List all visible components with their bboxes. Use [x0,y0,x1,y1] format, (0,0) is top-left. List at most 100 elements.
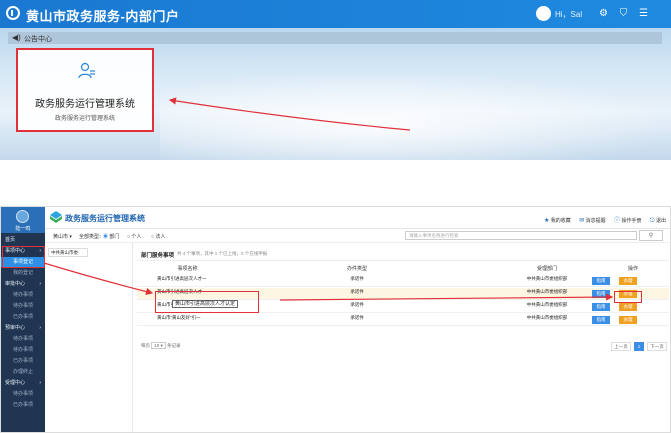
system-card[interactable]: 政务服务运行管理系统 政务服务运行管理系统 [16,48,154,132]
filter-dept[interactable]: ◉ 部门 [103,233,119,240]
col-ops: 操作 [627,266,638,272]
page-number[interactable]: 1 [634,342,644,351]
name-tooltip: 黄山市引进高层次人才认定 [172,300,239,308]
filter-bar: 黄山市 ▾ 全部类型： ◉ 部门 ○ 个人 ○ 法人 请输入事项名称进行检索 ⚲ [45,229,670,243]
sidebar-item[interactable]: 办理终止 [1,367,45,377]
guide-button[interactable]: 指南 [592,316,610,324]
handle-button[interactable]: 办理 [619,303,637,311]
item-dept: 中共黄山市委组织部 [526,302,568,307]
handle-button[interactable]: 办理 [619,277,637,285]
user-greeting[interactable]: Hi，Sal [555,9,582,20]
system-logo-icon [50,211,62,223]
search-input[interactable]: 请输入事项名称进行检索 [405,231,637,240]
manual-link[interactable]: ⓘ 操作手册 [614,218,641,224]
sidebar-item[interactable]: 待办事项 [1,290,45,300]
search-icon: ⚲ [648,233,654,239]
system-card-subtitle: 政务服务运行管理系统 [54,116,115,122]
chevron-icon: › [39,380,41,386]
handle-button[interactable]: 办理 [619,316,637,324]
dept-tree-panel: 中共黄山市委· [45,243,133,432]
list-header: 部门服务事项 共 4 个事项，其中 1 个已上线，0 个在线申报 [137,247,669,261]
sidebar-user: 陆一鸣 [1,207,45,233]
info-icon: ⓘ [614,218,621,224]
type-select[interactable]: 全部类型： [79,233,104,240]
filter-person[interactable]: ○ 个人 [127,233,141,240]
notice-label: 公告中心 [24,36,52,43]
sidebar-item-label: 预审中心 [5,325,26,331]
item-type: 承诺件 [350,276,364,281]
portal-screenshot: 黄山市政务服务-内部门户 Hi，Sal ⚙ ⛉ ☰ ◀) 公告中心 政务服务运行… [0,0,671,160]
search-button[interactable]: ⚲ [639,230,663,241]
sidebar: 陆一鸣 首页 事项中心 › 事项登记 我的登记 审批中心 › 待办事项 待办事项 已办事项 预审中心… [1,207,45,432]
logout-link[interactable]: ⎋ 退出 [650,218,666,224]
item-type: 承诺件 [350,289,364,294]
sidebar-item[interactable]: 待办事项 [1,301,45,311]
sidebar-item-label: 已办事项 [13,314,34,320]
mail-icon: ✉ [579,218,585,224]
sidebar-item-label: 我的登记 [13,270,34,276]
region-select[interactable]: 黄山市 ▾ [53,233,72,240]
sidebar-item[interactable]: 待办事项 [1,334,45,344]
sidebar-item[interactable]: 待办事项 [1,345,45,355]
filter-legal[interactable]: ○ 法人 [151,233,165,240]
top-bar: 政务服务运行管理系统 ★ 我的收藏 ✉ 消息提醒 ⓘ 操作手册 ⎋ 退出 [45,207,670,229]
prev-page-button[interactable]: 上一页 [611,342,631,351]
sidebar-item[interactable]: 已办事项 [1,356,45,366]
system-title: 政务服务运行管理系统 [65,214,145,223]
col-type: 办件类型 [346,266,367,272]
sidebar-item[interactable]: 已办事项 [1,400,45,410]
sidebar-item-label: 审批中心 [5,281,26,287]
sidebar-item[interactable]: 待办事项 [1,389,45,399]
notice-bar[interactable]: ◀) 公告中心 [8,32,662,44]
list-title: 部门服务事项 [141,253,175,259]
table-row[interactable]: 黄山市“黄山友好”引一 承诺件 中共黄山市委组织部 指南 办理 [137,314,669,326]
item-name: 黄山市“黄山友好”引一 [157,315,201,320]
settings-icon[interactable]: ⚙ [598,8,609,19]
next-page-button[interactable]: 下一页 [647,342,667,351]
portal-title: 黄山市政务服务-内部门户 [26,9,180,24]
user-edit-icon [78,62,95,79]
logout-icon: ⎋ [649,218,655,224]
page-size-select[interactable]: 10 ▾ [151,342,166,349]
sidebar-user-name: 陆一鸣 [15,226,31,232]
star-icon: ★ [544,218,550,224]
item-type: 承诺件 [350,302,364,307]
page: 黄山市政务服务-内部门户 Hi，Sal ⚙ ⛉ ☰ ◀) 公告中心 政务服务运行… [0,0,671,433]
sidebar-item[interactable]: 审批中心 › [1,279,45,289]
avatar[interactable] [536,6,551,21]
favorites-link[interactable]: ★ 我的收藏 [544,218,571,224]
guide-button[interactable]: 指南 [592,290,610,298]
shirt-icon[interactable]: ⛉ [618,8,629,19]
sidebar-item[interactable]: 预审中心 › [1,323,45,333]
sidebar-item-label: 待办事项 [13,391,34,397]
sidebar-item[interactable]: 我的登记 [1,268,45,278]
sidebar-item-label: 受理中心 [5,380,26,386]
radio-icon: ○ [151,234,155,240]
table-row[interactable]: 黄山市引进高层次人才一 承诺件 中共黄山市委组织部 指南 办理 [137,275,669,287]
list-stat: 共 4 个事项，其中 1 个已上线，0 个在线申报 [177,251,268,256]
menu-icon[interactable]: ☰ [638,8,649,19]
guide-button[interactable]: 指南 [592,303,610,311]
portal-header: 黄山市政务服务-内部门户 Hi，Sal ⚙ ⛉ ☰ [0,0,671,28]
header-links: ★ 我的收藏 ✉ 消息提醒 ⓘ 操作手册 ⎋ 退出 [537,215,666,225]
handle-highlight-box [614,291,642,303]
sidebar-highlight-box [2,246,45,268]
sidebar-item[interactable]: 已办事项 [1,312,45,322]
dept-tree-item[interactable]: 中共黄山市委· [48,248,88,257]
speaker-icon: ◀) [12,33,21,42]
guide-button[interactable]: 指南 [592,277,610,285]
sidebar-item-label: 首页 [5,237,16,243]
item-dept: 中共黄山市委组织部 [526,289,568,294]
portal-logo-icon [6,6,20,20]
sidebar-item-label: 待办事项 [13,336,34,342]
messages-link[interactable]: ✉ 消息提醒 [579,218,605,224]
item-dept: 中共黄山市委组织部 [526,276,568,281]
chevron-icon: › [39,281,41,287]
sidebar-item[interactable]: 首页 [1,235,45,245]
sidebar-item[interactable]: 受理中心 › [1,378,45,388]
avatar[interactable] [16,210,29,223]
sidebar-item-label: 已办事项 [13,402,34,408]
radio-icon: ○ [127,234,131,240]
item-list: 部门服务事项 共 4 个事项，其中 1 个已上线，0 个在线申报 事项名称 办件… [137,247,669,430]
sidebar-item-label: 待办事项 [13,303,34,309]
